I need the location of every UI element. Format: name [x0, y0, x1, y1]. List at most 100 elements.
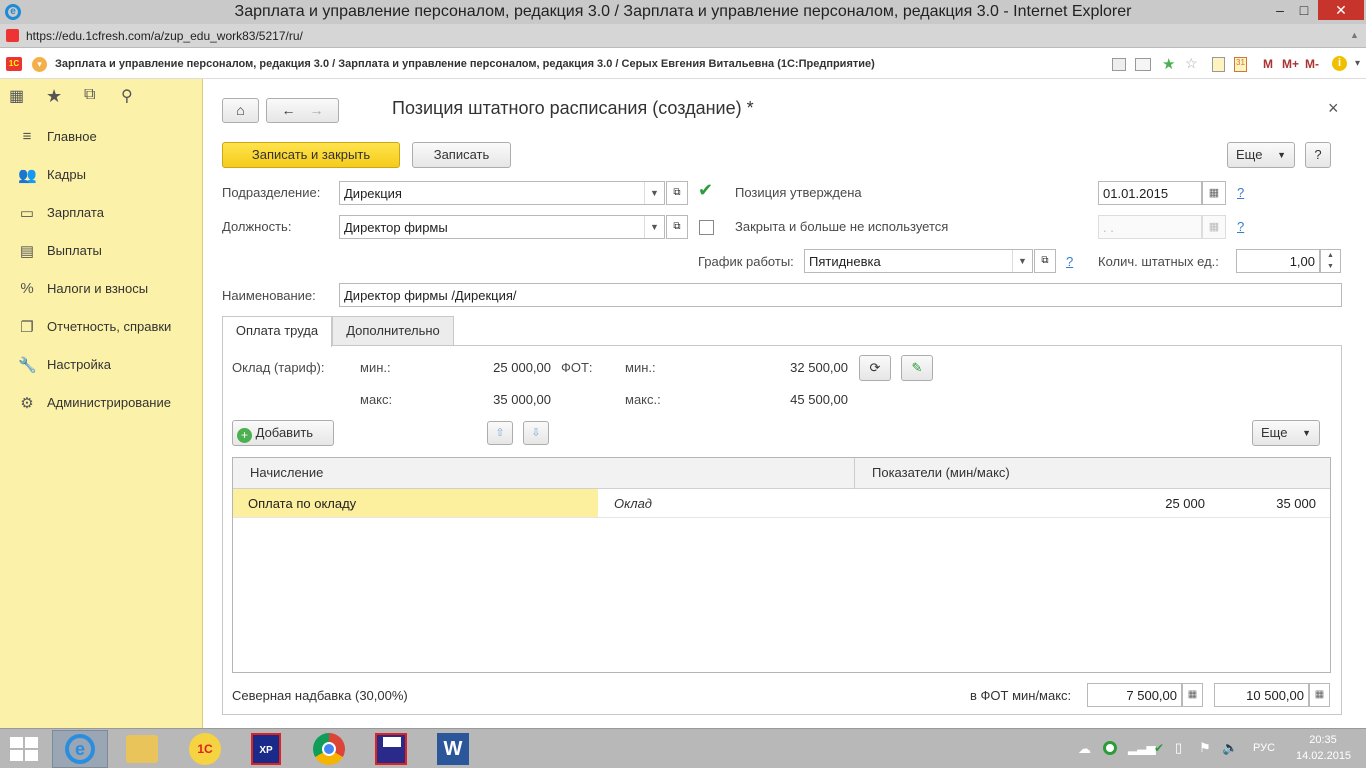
open-position-button[interactable]: ⧉	[666, 215, 688, 239]
flag-icon[interactable]: ⚑	[1199, 740, 1211, 756]
schedule-help-link[interactable]: ?	[1066, 254, 1073, 269]
calendar-button[interactable]: ▦	[1202, 181, 1226, 205]
close-window-button[interactable]: ✕	[1318, 0, 1364, 20]
calendar-icon[interactable]: 31	[1234, 57, 1247, 72]
word-icon[interactable]: W	[437, 733, 469, 765]
units-field[interactable]: 1,00	[1236, 249, 1320, 273]
move-down-button[interactable]: ⇩	[523, 421, 549, 445]
approved-checkbox[interactable]: ✔	[698, 181, 716, 200]
save-button[interactable]: Записать	[412, 142, 511, 168]
edit-button[interactable]: ✎	[901, 355, 933, 381]
language-indicator[interactable]: РУС	[1253, 742, 1275, 754]
scroll-up-icon[interactable]: ▲	[1350, 30, 1359, 40]
toolbar-more-icon[interactable]: ▾	[1355, 58, 1360, 69]
sync-icon[interactable]	[1103, 741, 1117, 755]
fot-max-calc-button[interactable]: ▦	[1309, 683, 1330, 707]
explorer-icon[interactable]	[126, 735, 158, 763]
sidebar-item-personnel[interactable]: 👥 Кадры	[0, 156, 203, 194]
closed-date-field: . .	[1098, 215, 1202, 239]
cloud-icon[interactable]: ☁	[1078, 741, 1091, 757]
tab-pay[interactable]: Оплата труда	[222, 316, 332, 347]
app-menu-icon[interactable]: ▾	[32, 57, 47, 72]
fot-min-field[interactable]: 7 500,00	[1087, 683, 1182, 707]
sidebar-item-payments[interactable]: ▤ Выплаты	[0, 232, 203, 270]
tab-additional[interactable]: Дополнительно	[332, 316, 454, 346]
arrow-down-icon: ⇩	[531, 427, 541, 439]
memory-plus-button[interactable]: M+	[1282, 57, 1299, 71]
chevron-down-icon[interactable]: ▼	[644, 216, 664, 238]
column-header-accrual[interactable]: Начисление	[250, 465, 323, 480]
salary-min-label: мин.:	[360, 360, 391, 375]
sidebar-item-salary[interactable]: ▭ Зарплата	[0, 194, 203, 232]
sidebar-item-admin[interactable]: ⚙ Администрирование	[0, 384, 203, 422]
sidebar-item-taxes[interactable]: % Налоги и взносы	[0, 270, 203, 308]
open-icon: ⧉	[673, 187, 681, 198]
link-icon[interactable]: ☆	[1185, 55, 1198, 72]
ie-taskbar-button[interactable]: e	[52, 730, 108, 768]
history-icon[interactable]: ⧉	[84, 86, 95, 104]
chevron-down-icon[interactable]: ▼	[1012, 250, 1032, 272]
approved-date-field[interactable]: 01.01.2015	[1098, 181, 1202, 205]
sidebar-item-reports[interactable]: ❐ Отчетность, справки	[0, 308, 203, 346]
move-up-button[interactable]: ⇧	[487, 421, 513, 445]
open-schedule-button[interactable]: ⧉	[1034, 249, 1056, 273]
xp-icon[interactable]: XP	[251, 733, 281, 765]
department-field[interactable]: Дирекция ▼	[339, 181, 665, 205]
home-button[interactable]: ⌂	[222, 98, 259, 123]
closed-checkbox[interactable]	[699, 220, 714, 235]
refresh-button[interactable]: ⟳	[859, 355, 891, 381]
add-button[interactable]: + Добавить	[232, 420, 334, 446]
address-bar[interactable]: https://edu.1cfresh.com/a/zup_edu_work83…	[0, 24, 1366, 48]
back-arrow-icon[interactable]: ←	[282, 102, 296, 118]
close-form-button[interactable]: ×	[1328, 98, 1339, 119]
clock-date[interactable]: 14.02.2015	[1296, 750, 1351, 762]
chrome-icon[interactable]	[313, 733, 345, 765]
fot-max-field[interactable]: 10 500,00	[1214, 683, 1309, 707]
column-header-indicators[interactable]: Показатели (мин/макс)	[872, 465, 1010, 480]
memory-minus-button[interactable]: M-	[1305, 57, 1319, 71]
calculator-icon[interactable]	[1212, 57, 1225, 72]
closed-help-link[interactable]: ?	[1237, 219, 1244, 234]
fot-min-calc-button[interactable]: ▦	[1182, 683, 1203, 707]
calculator-icon: ▦	[1187, 689, 1198, 700]
info-icon[interactable]: i	[1332, 56, 1347, 71]
forward-arrow-icon[interactable]: →	[310, 102, 324, 118]
floppy-icon[interactable]	[375, 733, 407, 765]
schedule-field[interactable]: Пятидневка ▼	[804, 249, 1033, 273]
approved-help-link[interactable]: ?	[1237, 185, 1244, 200]
stepper-up-icon[interactable]: ▲	[1327, 252, 1334, 259]
shield-icon[interactable]: ✔	[1154, 741, 1164, 755]
chevron-down-icon[interactable]: ▼	[644, 182, 664, 204]
open-department-button[interactable]: ⧉	[666, 181, 688, 205]
battery-icon[interactable]: ▯	[1175, 740, 1182, 756]
stepper-down-icon[interactable]: ▼	[1327, 263, 1334, 270]
sidebar-item-settings[interactable]: 🔧 Настройка	[0, 346, 203, 384]
favorites-star-icon[interactable]: ★	[46, 86, 62, 107]
favorite-star-icon[interactable]: ★	[1162, 55, 1175, 73]
calendar-icon: ▦	[1208, 221, 1220, 233]
maximize-button[interactable]: □	[1292, 0, 1316, 20]
sidebar-item-main[interactable]: ≡ Главное	[0, 118, 203, 156]
name-field[interactable]: Директор фирмы /Дирекция/	[339, 283, 1342, 307]
calculator-icon: ▦	[1314, 689, 1325, 700]
start-icon[interactable]	[10, 737, 38, 761]
print-icon[interactable]	[1135, 58, 1151, 71]
url-text[interactable]: https://edu.1cfresh.com/a/zup_edu_work83…	[26, 29, 303, 43]
apps-grid-icon[interactable]: ▦	[9, 88, 27, 106]
grid-more-button[interactable]: Еще ▼	[1252, 420, 1320, 446]
1c-icon[interactable]: 1С	[189, 733, 221, 765]
more-button[interactable]: Еще ▼	[1227, 142, 1295, 168]
table-row[interactable]: Оплата по окладу Оклад 25 000 35 000	[233, 489, 1330, 518]
position-field[interactable]: Директор фирмы ▼	[339, 215, 665, 239]
clock-time[interactable]: 20:35	[1298, 734, 1348, 746]
units-stepper[interactable]: ▲ ▼	[1320, 249, 1341, 273]
save-icon[interactable]	[1112, 58, 1126, 71]
volume-icon[interactable]: 🔈	[1222, 740, 1238, 756]
signal-icon[interactable]: ▂▃▅	[1128, 741, 1156, 755]
help-button[interactable]: ?	[1305, 142, 1331, 168]
memory-m-button[interactable]: M	[1263, 57, 1273, 71]
save-and-close-button[interactable]: Записать и закрыть	[222, 142, 400, 168]
sidebar-item-label: Администрирование	[47, 395, 171, 410]
minimize-button[interactable]: –	[1268, 0, 1292, 20]
search-icon[interactable]: ⚲	[121, 86, 133, 106]
